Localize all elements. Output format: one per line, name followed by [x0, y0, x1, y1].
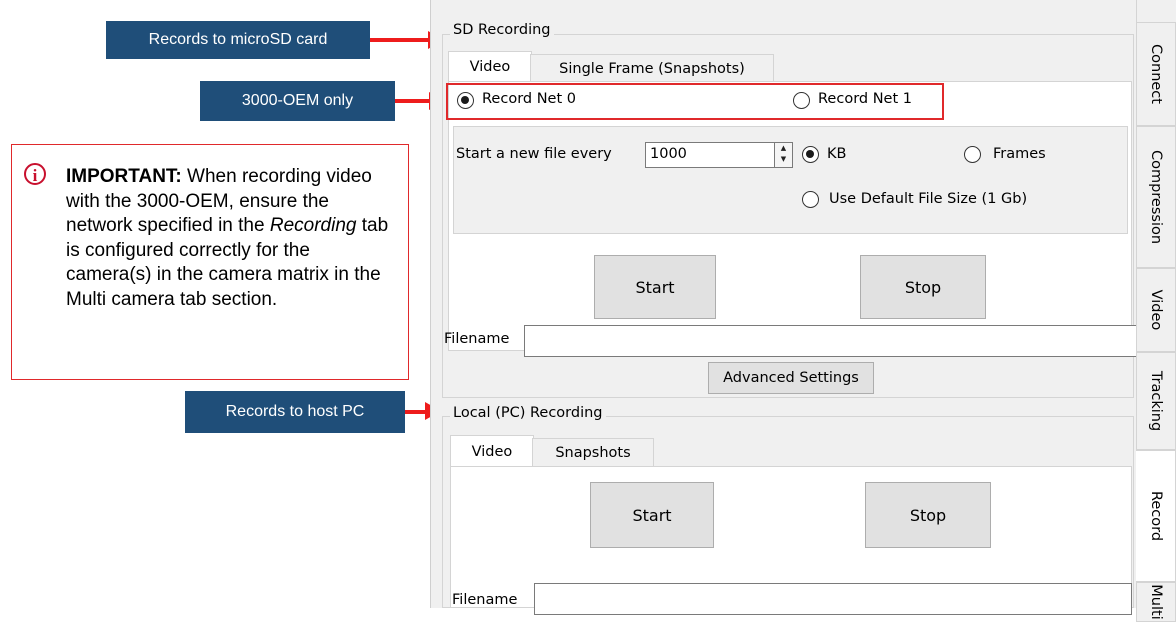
side-tab-compression[interactable]: Compression — [1136, 126, 1176, 268]
side-tab-tracking[interactable]: Tracking — [1136, 352, 1176, 450]
tab-local-snapshots[interactable]: Snapshots — [532, 438, 654, 467]
local-recording-title: Local (PC) Recording — [450, 405, 606, 421]
sd-stop-button[interactable]: Stop — [860, 255, 986, 319]
oem-highlight-box — [446, 83, 944, 120]
side-tab-video[interactable]: Video — [1136, 268, 1176, 352]
sd-filename-label: Filename — [444, 331, 510, 347]
advanced-settings-button[interactable]: Advanced Settings — [708, 362, 874, 394]
sd-start-button[interactable]: Start — [594, 255, 716, 319]
callout-host-text: Records to host PC — [225, 403, 365, 420]
callout-oem-text: 3000-OEM only — [241, 92, 354, 109]
local-start-button[interactable]: Start — [590, 482, 714, 548]
note-text: IMPORTANT: When recording video with the… — [66, 165, 394, 312]
note-bold: IMPORTANT: — [66, 166, 182, 187]
info-icon: i — [24, 163, 46, 185]
default-size-label: Use Default File Size (1 Gb) — [829, 191, 1028, 207]
arrow-sd-line — [370, 38, 428, 42]
side-tab-tracking-label: Tracking — [1148, 370, 1164, 432]
size-spinner[interactable]: ▲ ▼ — [774, 142, 793, 168]
side-tab-compression-label: Compression — [1148, 149, 1164, 245]
local-filename-input[interactable] — [534, 583, 1132, 615]
side-tab-record[interactable]: Record — [1136, 450, 1176, 582]
callout-sd: Records to microSD card — [106, 21, 370, 59]
important-note: i IMPORTANT: When recording video with t… — [11, 144, 409, 380]
new-file-label: Start a new file every — [456, 146, 612, 162]
sd-filename-input[interactable] — [524, 325, 1138, 357]
arrow-oem-line — [395, 99, 429, 103]
radio-frames[interactable] — [964, 146, 981, 163]
callout-oem: 3000-OEM only — [200, 81, 395, 121]
spin-down-icon[interactable]: ▼ — [775, 154, 792, 165]
kb-label: KB — [827, 146, 847, 162]
callout-sd-text: Records to microSD card — [148, 31, 328, 48]
side-tab-record-label: Record — [1147, 490, 1164, 542]
tab-local-video[interactable]: Video — [450, 435, 534, 467]
tab-sd-snapshots[interactable]: Single Frame (Snapshots) — [530, 54, 774, 82]
radio-kb[interactable] — [802, 146, 819, 163]
side-tab-connect-label: Connect — [1148, 44, 1164, 104]
side-tab-video-label: Video — [1148, 289, 1164, 331]
new-file-size-input[interactable]: 1000 — [645, 142, 779, 168]
frames-label: Frames — [993, 146, 1046, 162]
spin-up-icon[interactable]: ▲ — [775, 143, 792, 154]
radio-default-size[interactable] — [802, 191, 819, 208]
side-tab-multi-label: Multi — [1148, 584, 1164, 620]
note-italic: Recording — [269, 215, 357, 236]
sd-recording-title: SD Recording — [450, 22, 554, 38]
local-stop-button[interactable]: Stop — [865, 482, 991, 548]
side-tab-multi[interactable]: Multi — [1136, 582, 1176, 622]
local-filename-label: Filename — [452, 592, 518, 608]
side-tab-connect[interactable]: Connect — [1136, 22, 1176, 126]
callout-host: Records to host PC — [185, 391, 405, 433]
tab-sd-video[interactable]: Video — [448, 51, 532, 82]
